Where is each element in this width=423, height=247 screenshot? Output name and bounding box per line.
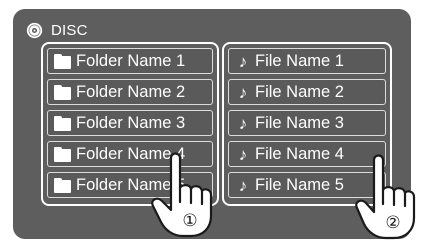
disc-icon <box>26 22 43 38</box>
folder-item-2[interactable]: Folder Name 2 <box>47 79 213 105</box>
file-item-2[interactable]: ♪ File Name 2 <box>228 79 386 105</box>
folder-item-label: Folder Name 2 <box>76 82 186 101</box>
file-item-label: File Name 2 <box>255 82 344 101</box>
file-item-1[interactable]: ♪ File Name 1 <box>228 48 386 74</box>
file-item-label: File Name 5 <box>255 175 344 194</box>
folder-item-1[interactable]: Folder Name 1 <box>47 48 213 74</box>
folder-item-3[interactable]: Folder Name 3 <box>47 110 213 136</box>
callout-number-2: ② <box>385 213 400 233</box>
file-item-3[interactable]: ♪ File Name 3 <box>228 110 386 136</box>
folder-icon <box>54 84 71 100</box>
source-header: DISC <box>26 18 88 42</box>
folder-item-label: Folder Name 1 <box>76 51 186 70</box>
folder-icon <box>54 53 71 69</box>
folder-icon <box>54 115 71 131</box>
folder-item-label: Folder Name 3 <box>76 113 186 132</box>
tap-hand-icon: ② <box>355 154 416 240</box>
music-note-icon: ♪ <box>238 82 248 102</box>
folder-icon <box>54 146 71 162</box>
file-item-label: File Name 1 <box>255 51 344 70</box>
music-note-icon: ♪ <box>238 113 248 133</box>
callout-number-1: ① <box>182 211 197 231</box>
file-item-label: File Name 3 <box>255 113 344 132</box>
music-note-icon: ♪ <box>238 175 248 195</box>
folder-icon <box>54 177 71 193</box>
tap-hand-icon: ① <box>151 152 213 238</box>
music-note-icon: ♪ <box>238 51 248 71</box>
file-item-label: File Name 4 <box>255 144 344 163</box>
music-note-icon: ♪ <box>238 144 248 164</box>
source-title: DISC <box>51 21 88 39</box>
